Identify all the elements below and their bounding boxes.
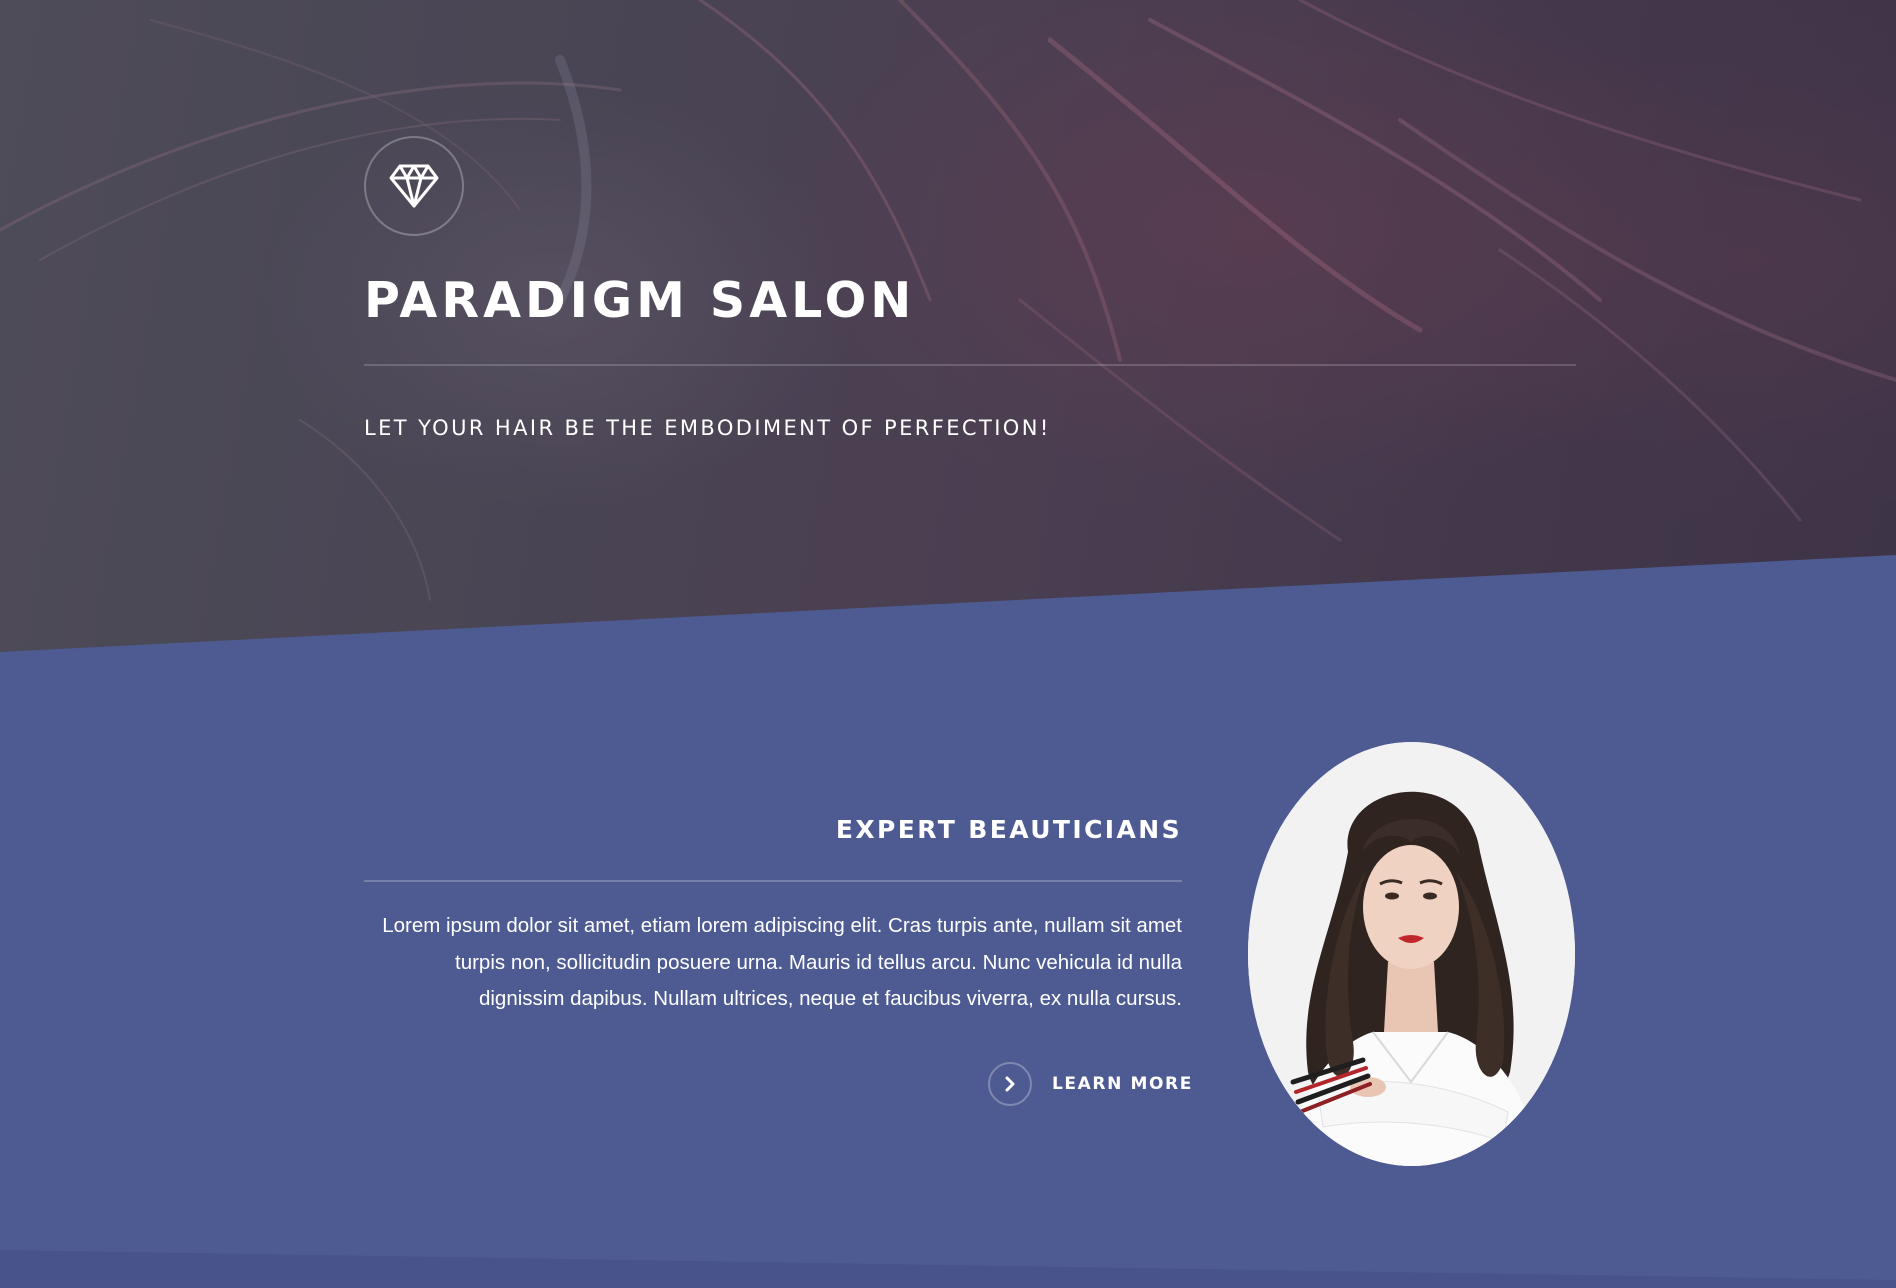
- beautician-portrait: [1248, 742, 1575, 1166]
- hero-title: PARADIGM SALON: [364, 272, 916, 329]
- feature-title: EXPERT BEAUTICIANS: [835, 815, 1182, 844]
- learn-more-link[interactable]: LEARN MORE: [988, 1062, 1193, 1106]
- hero-tagline: LET YOUR HAIR BE THE EMBODIMENT OF PERFE…: [364, 416, 1051, 440]
- hero-divider: [364, 364, 1576, 366]
- learn-more-icon-circle[interactable]: [988, 1062, 1032, 1106]
- diamond-icon: [389, 164, 439, 208]
- section-slant-divider: [0, 555, 1896, 670]
- feature-divider: [364, 880, 1182, 882]
- chevron-right-icon: [1005, 1076, 1015, 1092]
- diamond-badge: [364, 136, 464, 236]
- bottom-slant-divider: [0, 1250, 1896, 1288]
- feature-description: Lorem ipsum dolor sit amet, etiam lorem …: [382, 914, 1182, 1010]
- portrait-illustration: [1248, 742, 1575, 1166]
- learn-more-label[interactable]: LEARN MORE: [1052, 1074, 1193, 1094]
